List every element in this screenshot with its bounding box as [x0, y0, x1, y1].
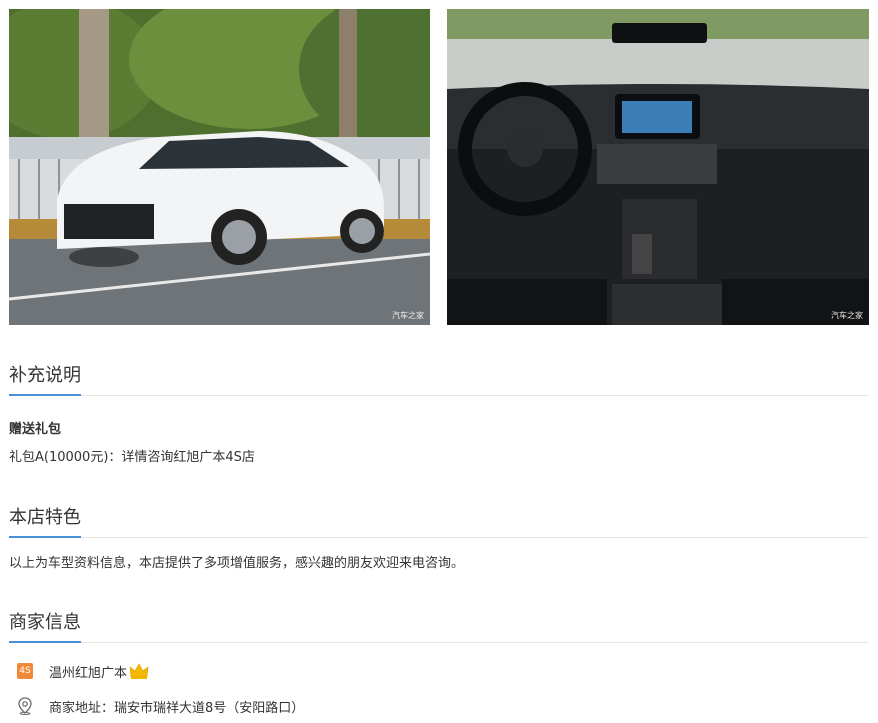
section-underline	[9, 641, 81, 643]
car-exterior-photo[interactable]: 汽车之家	[9, 9, 430, 325]
section-header: 补充说明	[9, 360, 869, 396]
merchant-address-row: 商家地址：瑞安市瑞祥大道8号（安阳路口）	[17, 695, 304, 717]
gift-title: 赠送礼包	[9, 422, 62, 437]
4s-badge-icon: 4S	[17, 663, 33, 679]
car-interior-image	[447, 9, 869, 325]
section-title: 本店特色	[9, 507, 81, 528]
merchant-address: 商家地址：瑞安市瑞祥大道8号（安阳路口）	[49, 700, 305, 716]
photo-gallery: 汽车之家 汽车之家	[9, 9, 869, 325]
watermark-label: 汽车之家	[392, 311, 424, 320]
section-title: 补充说明	[9, 365, 81, 386]
features-section: 本店特色 以上为车型资料信息，本店提供了多项增值服务，感兴趣的朋友欢迎来电咨询。	[9, 502, 869, 571]
watermark-label: 汽车之家	[831, 311, 863, 320]
merchant-name-link[interactable]: 温州红旭广本	[49, 662, 127, 681]
supplement-section: 补充说明 赠送礼包 礼包A(10000元)：详情咨询红旭广本4S店	[9, 360, 869, 465]
merchant-section: 商家信息 4S 温州红旭广本 商家地址：瑞安市瑞祥大道8号（安阳路口）	[9, 607, 869, 716]
section-header: 商家信息	[9, 607, 869, 643]
feature-text: 以上为车型资料信息，本店提供了多项增值服务，感兴趣的朋友欢迎来电咨询。	[9, 556, 465, 571]
merchant-name-row: 4S 温州红旭广本	[17, 660, 149, 682]
crown-icon	[129, 662, 149, 680]
location-pin-icon	[17, 697, 33, 715]
car-exterior-image	[9, 9, 430, 325]
section-underline	[9, 394, 81, 396]
section-title: 商家信息	[9, 612, 81, 633]
car-interior-photo[interactable]: 汽车之家	[447, 9, 869, 325]
gift-detail: 礼包A(10000元)：详情咨询红旭广本4S店	[9, 450, 255, 465]
section-underline	[9, 536, 81, 538]
section-header: 本店特色	[9, 502, 869, 538]
